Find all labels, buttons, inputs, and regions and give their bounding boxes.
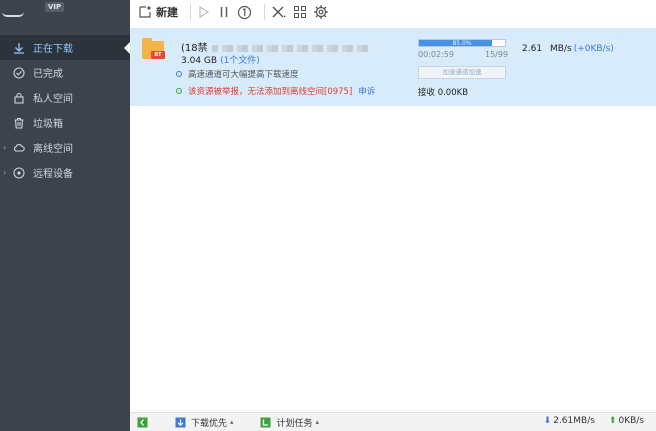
toolbar-divider [264,4,265,20]
scheduled-tasks-label: 计划任务 [276,418,313,429]
pause-icon [217,5,231,19]
speed-extra: (+0KB/s) [573,44,614,54]
delete-icon [271,5,287,19]
progress-label: 85.0% [452,40,472,47]
settings-button[interactable] [313,4,329,20]
sidebar-item-downloading[interactable]: 正在下载 [0,35,130,60]
collapse-sidebar-icon[interactable] [136,416,148,428]
down-speed-value: 2.61MB/s [553,416,595,426]
vip-badge: VIP [45,2,65,12]
status-dot-icon [176,88,182,94]
total-download-speed: ⬇ 2.61MB/s [544,416,595,426]
total-upload-speed: ⬆ 0KB/s [609,416,644,426]
check-circle-icon [12,66,26,80]
toolbar: 新建 [130,0,656,24]
task-size-value: 3.04 GB [181,56,218,66]
down-arrow-icon: ⬇ [543,416,552,426]
bt-file-icon: BT [142,38,166,60]
up-arrow-icon: ⬆ [608,416,617,426]
peer-count: 15/99 [485,50,509,59]
sidebar-item-label: 垃圾箱 [33,119,63,130]
sidebar-item-label: 已完成 [33,69,63,80]
speed-hint: 高速通道可大幅提高下载速度 [176,68,299,80]
speed-unit: MB/s [550,44,572,54]
sidebar-item-remote-device[interactable]: › 远程设备 [0,160,130,185]
sidebar-nav: 正在下载 已完成 私人空间 垃圾箱 › 离线空间 › 远程设备 [0,35,130,185]
cloud-icon [12,141,26,155]
sidebar-item-completed[interactable]: 已完成 [0,60,130,85]
priority-icon [174,416,186,428]
pause-button[interactable] [217,5,231,19]
sidebar-item-label: 私人空间 [33,94,73,105]
elapsed-time: 00:02:59 [418,50,454,59]
lock-icon [12,91,26,105]
speed-value: 2.61 [522,44,543,54]
apps-button[interactable] [293,5,307,19]
sidebar-item-label: 正在下载 [33,44,73,55]
sidebar-item-label: 离线空间 [33,144,73,155]
appeal-link[interactable]: 申诉 [358,85,375,97]
received-amount: 接收 0.00KB [418,88,469,98]
sidebar-item-label: 远程设备 [33,169,73,180]
new-file-icon [138,5,152,19]
sidebar-item-trash[interactable]: 垃圾箱 [0,110,130,135]
play-icon [197,5,211,19]
up-speed-value: 0KB/s [618,416,644,426]
progress-bar: 85.0% [418,39,506,47]
file-count-link[interactable]: (1个文件) [220,56,260,66]
speed-hint-text: 高速通道可大幅提高下载速度 [188,70,299,80]
settings-gear-icon [313,4,329,20]
blurred-filename [211,44,372,52]
download-speed: 2.61 MB/s (+0KB/s) [522,44,614,54]
speed-summary: ⬇ 2.61MB/s ⬆ 0KB/s [530,416,644,426]
chevron-down-icon: ▴ [230,418,234,426]
download-arrow-icon [12,41,26,55]
sidebar: VIP 正在下载 已完成 私人空间 垃圾箱 › 离线空间 › 远程设备 [0,0,130,431]
task-list: BT (18禁 3.04 GB (1个文件) 高速通道可大幅提高下载速度 该资源被… [130,24,656,412]
offline-warning: 该资源被举报，无法添加到离线空间[0975] 申诉 [176,85,375,97]
chevron-right-icon: › [3,143,7,152]
scheduled-tasks-menu[interactable]: 计划任务 ▴ [260,416,320,429]
grid-apps-icon [293,5,307,19]
sidebar-item-offline-space[interactable]: › 离线空间 [0,135,130,160]
download-priority-label: 下载优先 [191,418,228,429]
bt-tag: BT [151,51,165,59]
task-row[interactable]: BT (18禁 3.04 GB (1个文件) 高速通道可大幅提高下载速度 该资源被… [130,28,656,106]
toolbar-divider [190,4,191,20]
sidebar-item-private-space[interactable]: 私人空间 [0,85,130,110]
trash-icon [12,116,26,130]
new-task-label: 新建 [156,6,178,19]
limit-speed-button[interactable] [237,5,252,20]
info-dot-icon [176,71,182,77]
remote-device-icon [12,166,26,180]
delete-button[interactable] [271,5,287,19]
task-name: (18禁 [181,39,372,54]
start-button[interactable] [197,5,211,19]
offline-warning-text: 该资源被举报，无法添加到离线空间[0975] [188,87,353,97]
accelerate-button[interactable]: 加速通道加速 [418,66,506,79]
logo-swoosh-icon [2,12,24,17]
schedule-icon [260,416,272,428]
download-priority-menu[interactable]: 下载优先 ▴ [174,416,234,429]
limit-speed-icon [237,5,252,20]
task-size: 3.04 GB (1个文件) [181,53,260,66]
chevron-down-icon: ▴ [315,418,320,426]
new-task-button[interactable]: 新建 [138,4,178,20]
chevron-right-icon: › [3,168,7,177]
status-bar: 下载优先 ▴ 计划任务 ▴ ⬇ 2.61MB/s ⬆ 0KB/s [130,412,656,431]
app-logo: VIP [0,0,130,30]
